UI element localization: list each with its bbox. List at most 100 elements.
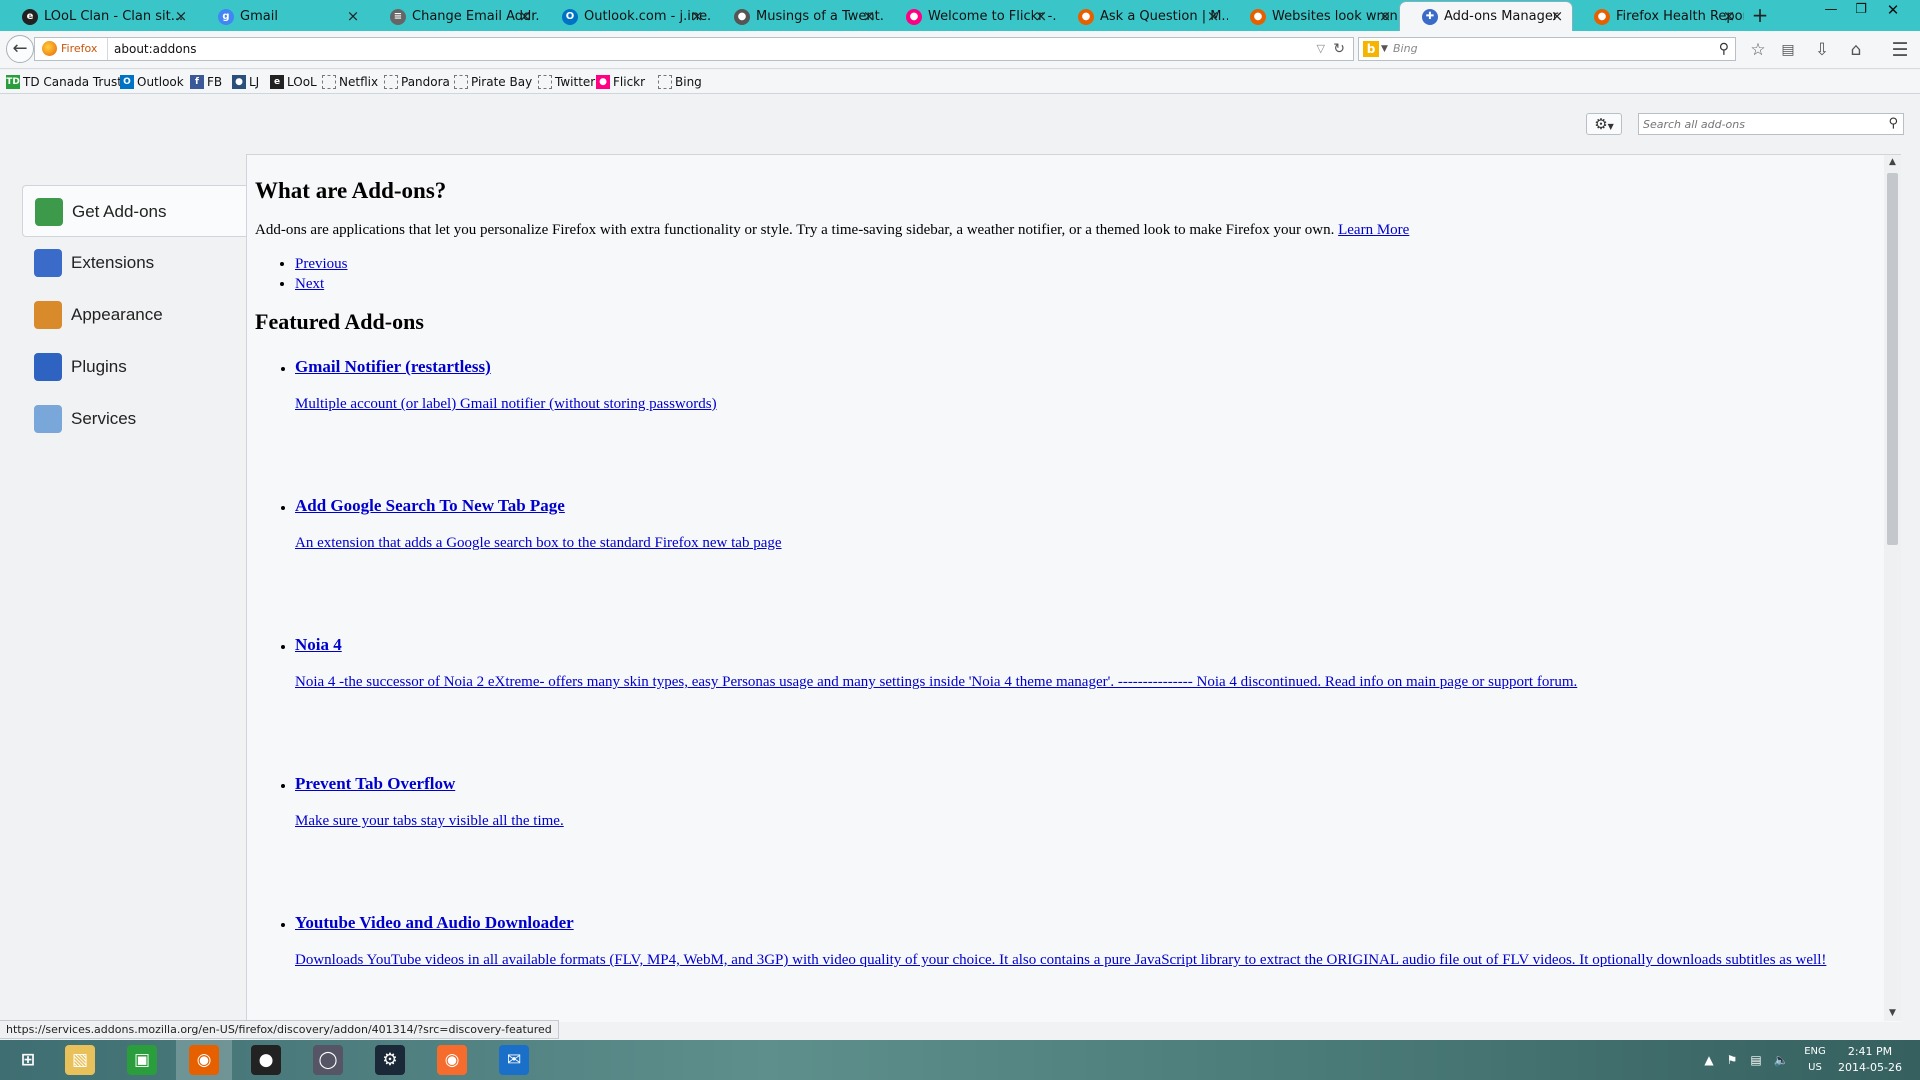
content-scrollbar[interactable]: ▲ ▼ [1884,155,1901,1021]
url-bar[interactable]: Firefox about:addons ▽ ↻ [34,37,1354,61]
bookmark-item[interactable]: Pirate Bay [452,70,532,94]
bookmark-item[interactable]: ● Flickr [594,70,645,94]
addon-description-link[interactable]: Multiple account (or label) Gmail notifi… [295,396,717,412]
close-tab-icon[interactable]: × [344,2,362,31]
search-placeholder: Bing [1393,42,1418,55]
bookmark-item[interactable]: Netflix [320,70,378,94]
bookmark-item[interactable]: f FB [188,70,222,94]
new-tab-button[interactable]: + [1748,2,1772,30]
system-clock[interactable]: 2:41 PM 2014-05-26 [1830,1044,1910,1076]
browser-tab[interactable]: g Gmail × [196,2,368,31]
bookmark-item[interactable]: ● LJ [230,70,259,94]
scroll-thumb[interactable] [1887,173,1898,545]
category-appearance[interactable]: Appearance [22,289,246,341]
close-tab-icon[interactable]: × [860,2,878,31]
browser-tab[interactable]: ● Websites look wron... × [1228,2,1400,31]
network-icon[interactable]: ▤ [1746,1040,1766,1080]
bookmark-item[interactable]: e LOoL [268,70,317,94]
bookmark-item[interactable]: Twitter [536,70,595,94]
category-extensions[interactable]: Extensions [22,237,246,289]
bookmark-item[interactable]: Pandora [382,70,450,94]
close-tab-icon[interactable]: × [688,2,706,31]
addon-title-link[interactable]: Noia 4 [295,635,342,654]
close-tab-icon[interactable]: × [172,2,190,31]
browser-tab[interactable]: ● Firefox Health Report × [1572,2,1744,31]
history-dropdown-icon[interactable]: ▽ [1317,38,1325,60]
taskbar-app[interactable]: ⚙ [362,1040,418,1080]
tools-gear-button[interactable]: ⚙▼ [1586,113,1622,135]
browser-tab[interactable]: ✚ Add-ons Manager × [1400,2,1572,31]
taskbar-app[interactable]: ▣ [114,1040,170,1080]
engine-dropdown-icon[interactable]: ▼ [1381,38,1388,60]
browser-tab[interactable]: ≡ Change Email Addr... × [368,2,540,31]
addon-description: An extension that adds a Google search b… [295,533,1885,553]
close-tab-icon[interactable]: × [1032,2,1050,31]
addon-description-link[interactable]: Make sure your tabs stay visible all the… [295,813,564,829]
browser-tab[interactable]: ● Ask a Question | M... × [1056,2,1228,31]
taskbar-app[interactable]: ▧ [52,1040,108,1080]
taskbar-app[interactable]: ◉ [424,1040,480,1080]
category-label: Services [71,409,137,428]
addon-search-box[interactable]: ⚲ [1638,113,1904,135]
learn-more-link[interactable]: Learn More [1338,222,1409,238]
bookmark-item[interactable]: Bing [656,70,702,94]
bookmark-item[interactable]: O Outlook [118,70,184,94]
intro-text: Add-ons are applications that let you pe… [255,222,1335,238]
category-get-add-ons[interactable]: Get Add-ons [22,185,246,237]
close-tab-icon[interactable]: × [1376,2,1394,31]
bookmark-star-icon[interactable]: ☆ [1744,37,1772,63]
steam-icon: ⚙ [375,1045,405,1075]
scroll-down-icon[interactable]: ▼ [1884,1006,1901,1021]
previous-link[interactable]: Previous [295,256,348,272]
addon-title-link[interactable]: Prevent Tab Overflow [295,774,455,793]
close-tab-icon[interactable]: × [1204,2,1222,31]
taskbar-app[interactable]: ◯ [300,1040,356,1080]
browser-tab[interactable]: O Outlook.com - j.ine... × [540,2,712,31]
close-tab-icon[interactable]: × [516,2,534,31]
blank-page-icon [658,75,672,89]
bing-icon[interactable]: b [1363,41,1379,57]
volume-icon[interactable]: 🔈 [1770,1040,1792,1080]
search-icon[interactable]: ⚲ [1888,114,1898,134]
restore-button[interactable]: ❐ [1846,0,1876,20]
bookmark-label: Flickr [613,75,646,89]
downloads-icon[interactable]: ⇩ [1808,37,1836,63]
browser-tab[interactable]: ● Welcome to Flickr -... × [884,2,1056,31]
gear-icon: ⚙ [1594,115,1608,133]
addon-description-link[interactable]: Downloads YouTube videos in all availabl… [295,952,1826,968]
taskbar-app[interactable]: ✉ [486,1040,542,1080]
addon-title-link[interactable]: Youtube Video and Audio Downloader [295,913,574,932]
scroll-up-icon[interactable]: ▲ [1884,155,1901,170]
taskbar-app[interactable]: ● [238,1040,294,1080]
browser-tab[interactable]: ● Musings of a Twent... × [712,2,884,31]
input-language[interactable]: ENG US [1800,1044,1830,1076]
next-link[interactable]: Next [295,276,324,292]
addon-title-link[interactable]: Gmail Notifier (restartless) [295,357,491,376]
taskbar-app[interactable]: ⊞ [0,1040,56,1080]
site-identity[interactable]: Firefox [41,38,97,60]
bookmarks-menu-icon[interactable]: ▤ [1774,37,1802,63]
close-tab-icon[interactable]: × [1548,2,1566,31]
category-plugins[interactable]: Plugins [22,341,246,393]
reload-icon[interactable]: ↻ [1333,38,1345,60]
category-services[interactable]: Services [22,393,246,445]
addon-title-link[interactable]: Add Google Search To New Tab Page [295,496,565,515]
browser-tab[interactable]: e LOoL Clan - Clan sit... × [0,2,196,31]
url-text[interactable]: about:addons [107,38,196,60]
action-center-flag-icon[interactable]: ⚑ [1722,1040,1742,1080]
menu-icon[interactable]: ☰ [1886,37,1914,63]
home-icon[interactable]: ⌂ [1842,37,1870,63]
addon-description: Make sure your tabs stay visible all the… [295,811,1885,831]
addon-description-link[interactable]: An extension that adds a Google search b… [295,535,782,551]
tray-overflow-icon[interactable]: ▲ [1700,1040,1718,1080]
minimize-button[interactable]: — [1816,0,1846,20]
addon-description-link[interactable]: Noia 4 -the successor of Noia 2 eXtreme-… [295,674,1577,690]
search-bar[interactable]: b ▼ Bing ⚲ [1358,37,1736,61]
close-window-button[interactable]: ✕ [1878,0,1908,20]
search-go-icon[interactable]: ⚲ [1719,38,1729,60]
addon-search-input[interactable] [1643,116,1879,132]
taskbar-app[interactable]: ◉ [176,1040,232,1080]
back-button[interactable]: ← [6,35,34,63]
bookmark-item[interactable]: TD TD Canada Trust [4,70,122,94]
close-tab-icon[interactable]: × [1720,2,1738,31]
